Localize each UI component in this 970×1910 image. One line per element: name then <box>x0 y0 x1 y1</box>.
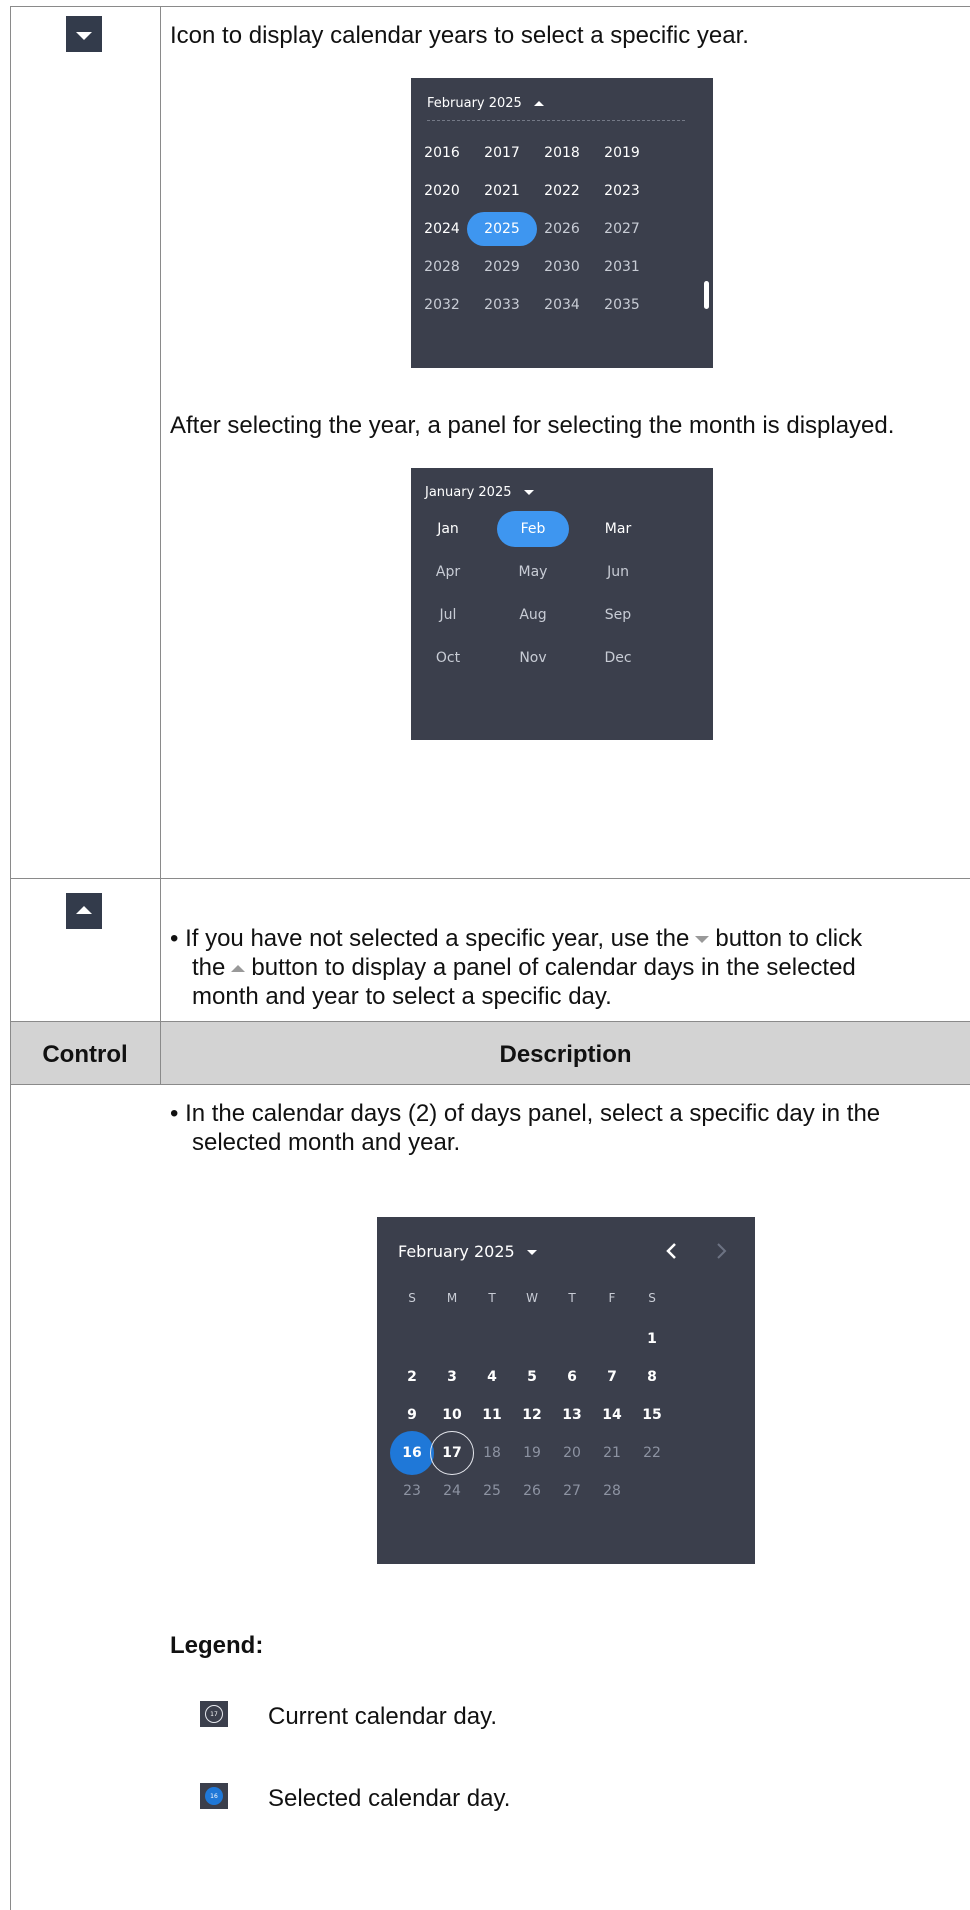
days-bullet-line2: selected month and year. <box>192 1129 461 1156</box>
weekday-label: S <box>648 1291 656 1305</box>
day-picker-panel: February 2025 S M T W T F S 1 2 3 4 5 6 7 8 9 10 11 12 13 14… <box>377 1217 755 1564</box>
month-option[interactable]: Jun <box>582 554 654 590</box>
bullet-line2-b: button to display a panel of calendar da… <box>251 954 856 981</box>
bullet-line1-a: • If you have not selected a specific ye… <box>170 925 690 952</box>
column-divider <box>160 1022 161 1084</box>
legend-current-number: 17 <box>205 1705 223 1723</box>
description-table: Icon to display calendar years to select… <box>10 6 970 1910</box>
bullet-text: • If you have not selected a specific ye… <box>170 924 960 1011</box>
table-header-row: Control Description <box>10 1022 970 1084</box>
calendar-day[interactable]: 25 <box>470 1469 514 1513</box>
year-option[interactable]: 2035 <box>587 288 657 322</box>
control-cell <box>10 6 160 878</box>
column-divider <box>160 6 161 1022</box>
calendar-day[interactable]: 23 <box>390 1469 434 1513</box>
weekday-label: S <box>408 1291 416 1305</box>
year-option[interactable]: 2019 <box>587 136 657 170</box>
caret-down-icon <box>695 936 710 944</box>
days-bullet-line1: • In the calendar days (2) of days panel… <box>170 1100 881 1127</box>
calendar-day[interactable]: 27 <box>550 1469 594 1513</box>
day-panel-header-label: February 2025 <box>398 1242 515 1261</box>
year-panel-header[interactable]: February 2025 <box>427 96 544 111</box>
table-border-top <box>10 6 970 7</box>
year-option[interactable]: 2023 <box>587 174 657 208</box>
header-control: Control <box>42 1041 128 1068</box>
month-option[interactable]: May <box>497 554 569 590</box>
caret-up-icon[interactable] <box>66 893 102 929</box>
month-option[interactable]: Jan <box>412 511 484 547</box>
month-option[interactable]: Jul <box>412 597 484 633</box>
year-option[interactable]: 2027 <box>587 212 657 246</box>
legend-selected-text: Selected calendar day. <box>268 1785 511 1812</box>
description-cell: Icon to display calendar years to select… <box>161 6 970 878</box>
bullet-line1-b: button to click <box>715 925 863 952</box>
legend-selected-number: 16 <box>205 1787 223 1805</box>
month-option[interactable]: Aug <box>497 597 569 633</box>
header-description: Description <box>499 1041 632 1068</box>
month-option[interactable]: Mar <box>582 511 654 547</box>
caret-down-icon <box>526 1250 537 1255</box>
days-bullet-text: • In the calendar days (2) of days panel… <box>170 1099 960 1157</box>
table-row: Icon to display calendar years to select… <box>10 6 970 878</box>
after-year-text: After selecting the year, a panel for se… <box>170 412 895 439</box>
year-panel-header-label: February 2025 <box>427 96 522 111</box>
month-option[interactable]: Nov <box>497 640 569 676</box>
chevron-right-icon[interactable] <box>713 1241 729 1261</box>
calendar-day[interactable]: 28 <box>590 1469 634 1513</box>
bullet-line2-a: the <box>192 954 226 981</box>
month-option[interactable]: Dec <box>582 640 654 676</box>
month-picker-panel: January 2025 Jan Feb Mar Apr May Jun Jul Aug Sep… <box>411 468 713 740</box>
year-picker-panel: February 2025 2016 2017 2018 2019 2020 2021 20… <box>411 78 713 368</box>
current-day-icon: 17 <box>200 1701 228 1727</box>
caret-down-icon[interactable] <box>66 16 102 52</box>
month-option[interactable]: Oct <box>412 640 484 676</box>
table-row: • In the calendar days (2) of days panel… <box>10 1085 970 1910</box>
legend-title: Legend: <box>170 1632 264 1659</box>
month-panel-header-label: January 2025 <box>425 485 512 500</box>
caret-up-icon <box>231 965 246 973</box>
scrollbar-thumb[interactable] <box>704 281 709 309</box>
caret-up-icon <box>533 101 544 106</box>
month-option[interactable]: Sep <box>582 597 654 633</box>
weekday-label: F <box>608 1291 616 1305</box>
month-option[interactable]: Apr <box>412 554 484 590</box>
legend-current-text: Current calendar day. <box>268 1703 498 1730</box>
table-border-left <box>10 6 11 1910</box>
calendar-day[interactable]: 22 <box>630 1431 674 1475</box>
month-panel-header[interactable]: January 2025 <box>425 485 534 500</box>
intro-text: Icon to display calendar years to select… <box>170 22 749 49</box>
weekday-label: T <box>488 1291 496 1305</box>
month-option[interactable]: Feb <box>497 511 569 547</box>
chevron-left-icon[interactable] <box>664 1241 680 1261</box>
selected-day-icon: 16 <box>200 1783 228 1809</box>
weekday-label: T <box>568 1291 576 1305</box>
year-rows-partial <box>427 120 685 125</box>
bullet-line3: month and year to select a specific day. <box>192 983 612 1010</box>
table-row: • If you have not selected a specific ye… <box>10 879 970 1021</box>
day-panel-header[interactable]: February 2025 <box>398 1242 537 1261</box>
caret-down-icon <box>523 490 534 495</box>
weekday-label: M <box>446 1291 458 1305</box>
weekday-label: W <box>526 1291 538 1305</box>
calendar-day[interactable]: 26 <box>510 1469 554 1513</box>
year-option[interactable]: 2031 <box>587 250 657 284</box>
calendar-day[interactable]: 24 <box>430 1469 474 1513</box>
